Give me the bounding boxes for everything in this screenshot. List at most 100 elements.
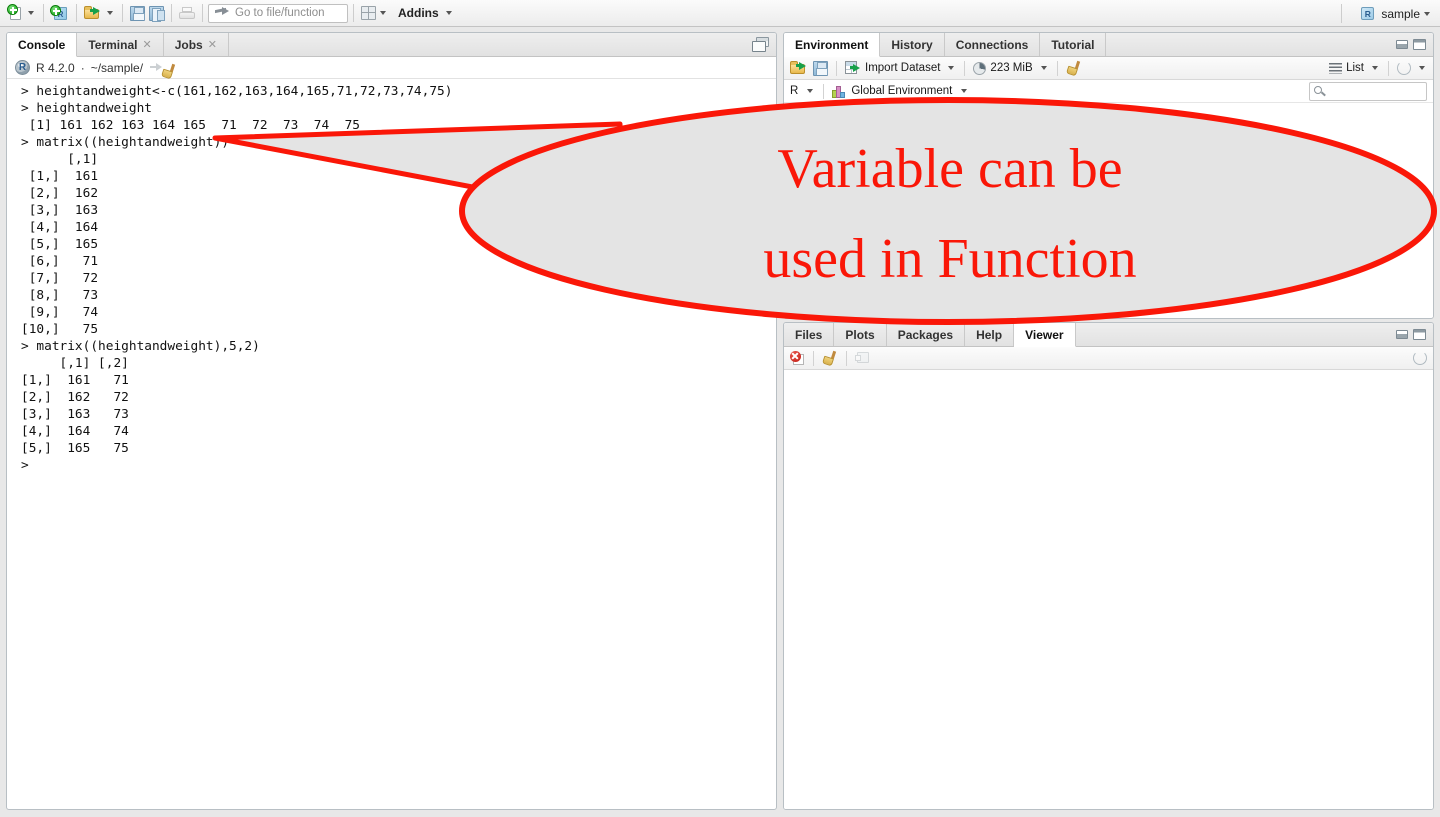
save-button[interactable] xyxy=(128,2,147,24)
toolbar-divider xyxy=(823,83,825,99)
maximize-pane-icon[interactable] xyxy=(1413,329,1426,340)
memory-chevron-down-icon[interactable] xyxy=(1040,66,1047,70)
minimize-pane-icon[interactable] xyxy=(1396,330,1408,339)
clear-console-icon[interactable] xyxy=(161,63,177,80)
viewer-toolbar xyxy=(784,347,1433,370)
toolbar-divider xyxy=(813,350,814,366)
show-in-new-window-icon[interactable] xyxy=(855,351,871,365)
tab-viewer[interactable]: Viewer xyxy=(1014,323,1076,347)
view-mode-list-icon xyxy=(1329,62,1343,74)
toolbar-divider xyxy=(1056,60,1058,76)
toolbar-divider xyxy=(171,4,172,22)
environment-scope-bar: R Global Environment xyxy=(784,80,1433,103)
clear-objects-icon[interactable] xyxy=(1065,60,1082,76)
tab-jobs[interactable]: Jobs ✕ xyxy=(164,33,229,56)
goto-arrow-icon xyxy=(214,6,230,20)
r-logo-icon: R xyxy=(15,60,30,75)
tab-terminal[interactable]: Terminal ✕ xyxy=(77,33,164,56)
panes-chevron-down-icon[interactable] xyxy=(380,11,386,15)
console-window-controls xyxy=(752,33,776,56)
new-project-icon: R xyxy=(50,4,69,22)
memory-usage-label[interactable]: 223 MiB xyxy=(990,62,1032,74)
toolbar-divider xyxy=(122,4,123,22)
toolbar-divider xyxy=(1388,60,1389,76)
global-environment-icon xyxy=(832,85,846,98)
workspace-panes-button[interactable] xyxy=(359,2,390,24)
project-cube-icon: R xyxy=(1360,6,1376,22)
goto-file-placeholder: Go to file/function xyxy=(235,7,325,19)
new-file-button[interactable] xyxy=(6,2,38,24)
session-separator: · xyxy=(80,60,85,75)
tab-packages[interactable]: Packages xyxy=(887,323,966,346)
tab-connections-label: Connections xyxy=(955,37,1029,52)
import-dataset-chevron-down-icon[interactable] xyxy=(948,66,955,70)
console-output[interactable]: > heightandweight<-c(161,162,163,164,165… xyxy=(7,79,776,808)
environment-language-label[interactable]: R xyxy=(790,85,798,97)
new-file-chevron-down-icon[interactable] xyxy=(28,11,34,15)
viewer-toolbar-right xyxy=(1413,351,1427,365)
toolbar-divider xyxy=(846,350,847,366)
tab-tutorial[interactable]: Tutorial xyxy=(1040,33,1107,56)
addins-button[interactable]: Addins xyxy=(390,2,456,24)
restore-pane-icon[interactable] xyxy=(752,37,769,52)
tab-files[interactable]: Files xyxy=(784,323,835,346)
print-button[interactable] xyxy=(177,2,197,24)
import-dataset-label[interactable]: Import Dataset xyxy=(865,62,940,74)
tab-viewer-label: Viewer xyxy=(1025,327,1064,342)
save-all-button[interactable] xyxy=(147,2,166,24)
refresh-icon[interactable] xyxy=(1397,61,1411,75)
tab-console[interactable]: Console xyxy=(7,33,78,57)
toolbar-divider xyxy=(964,60,966,76)
environment-search-input[interactable] xyxy=(1309,82,1427,101)
save-all-icon xyxy=(149,5,165,22)
save-workspace-icon[interactable] xyxy=(813,60,828,76)
project-chevron-down-icon[interactable] xyxy=(1424,11,1430,16)
stop-server-icon[interactable] xyxy=(790,350,805,366)
tabstrip-filler xyxy=(1076,323,1396,346)
toolbar-divider xyxy=(43,4,44,22)
project-selector[interactable]: R sample xyxy=(1360,0,1432,27)
tab-history-label: History xyxy=(891,37,933,52)
tab-tutorial-label: Tutorial xyxy=(1051,37,1095,52)
maximize-pane-icon[interactable] xyxy=(1413,39,1426,50)
view-mode-chevron-down-icon[interactable] xyxy=(1372,66,1378,70)
search-icon xyxy=(1314,85,1326,98)
environment-language-chevron-down-icon[interactable] xyxy=(807,89,814,93)
toolbar-divider xyxy=(353,4,354,22)
goto-file-function-input[interactable]: Go to file/function xyxy=(208,3,348,23)
rstudio-window: R Go to file/function Addins R sample Co… xyxy=(0,0,1440,817)
viewer-window-controls xyxy=(1396,323,1433,346)
environment-window-controls xyxy=(1396,33,1433,56)
toolbar-divider xyxy=(1341,4,1342,23)
toolbar-divider xyxy=(202,4,203,22)
global-environment-chevron-down-icon[interactable] xyxy=(961,89,968,93)
toolbar-divider xyxy=(76,4,77,22)
minimize-pane-icon[interactable] xyxy=(1396,40,1408,49)
open-file-button[interactable] xyxy=(82,2,117,24)
addins-chevron-down-icon[interactable] xyxy=(445,11,452,15)
load-workspace-icon[interactable] xyxy=(790,60,809,76)
r-version-label: R 4.2.0 xyxy=(36,60,75,75)
toolbar-divider xyxy=(836,60,837,76)
close-jobs-icon[interactable]: ✕ xyxy=(208,38,217,51)
environment-toolbar-right: List xyxy=(1329,60,1427,76)
refresh-viewer-icon[interactable] xyxy=(1413,351,1427,365)
refresh-chevron-down-icon[interactable] xyxy=(1419,66,1425,70)
tabstrip-filler xyxy=(229,33,752,56)
tab-environment[interactable]: Environment xyxy=(784,33,881,57)
close-terminal-icon[interactable]: ✕ xyxy=(142,38,151,51)
view-mode-label[interactable]: List xyxy=(1346,62,1364,74)
environment-toolbar: Import Dataset 223 MiB List xyxy=(784,57,1433,80)
working-directory-label[interactable]: ~/sample/ xyxy=(91,61,143,75)
open-file-chevron-down-icon[interactable] xyxy=(107,11,113,15)
new-project-button[interactable]: R xyxy=(49,2,71,24)
environment-object-list xyxy=(784,103,1433,317)
console-session-bar: R R 4.2.0 · ~/sample/ xyxy=(7,57,776,80)
environment-tabstrip: Environment History Connections Tutorial xyxy=(784,33,1433,57)
tab-connections[interactable]: Connections xyxy=(945,33,1041,56)
tab-history[interactable]: History xyxy=(880,33,945,56)
tab-plots[interactable]: Plots xyxy=(834,323,887,346)
tab-help[interactable]: Help xyxy=(965,323,1015,346)
clear-viewer-icon[interactable] xyxy=(822,350,838,366)
global-environment-label[interactable]: Global Environment xyxy=(851,85,952,97)
